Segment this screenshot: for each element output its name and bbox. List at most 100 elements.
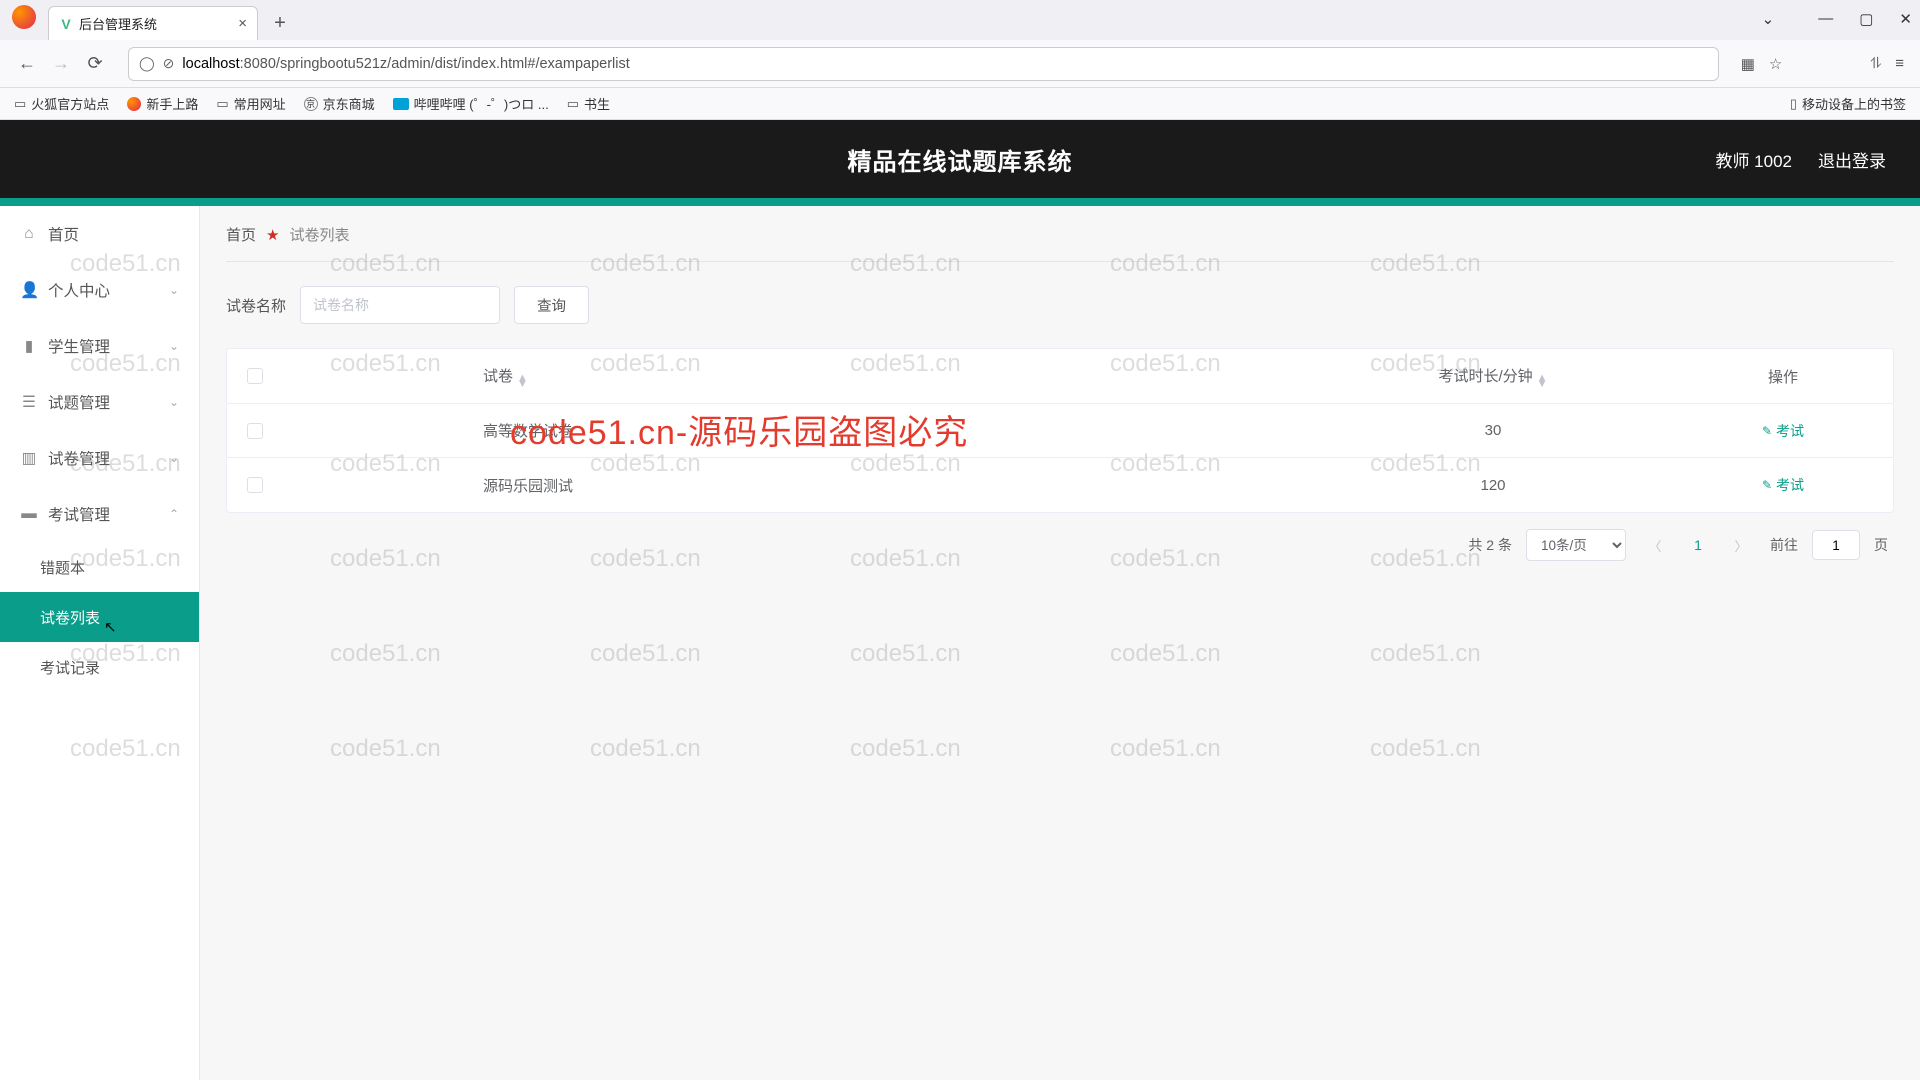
jd-icon: 京 <box>304 97 318 111</box>
chevron-down-icon: ⌄ <box>169 451 179 465</box>
file-icon: ▥ <box>20 449 38 468</box>
chevron-down-icon: ⌄ <box>169 339 179 353</box>
sort-icon: ▲▼ <box>517 375 528 387</box>
search-input[interactable] <box>300 286 500 324</box>
app-header: 精品在线试题库系统 教师 1002 退出登录 <box>0 120 1920 206</box>
table-header: 试卷▲▼ 考试时长/分钟▲▼ 操作 <box>227 349 1893 404</box>
cell-duration: 30 <box>1313 422 1673 439</box>
sidebar-item-student[interactable]: ▮学生管理⌄ <box>0 318 199 374</box>
total-count: 共 2 条 <box>1468 535 1512 555</box>
table-row: 高等数学试卷 30 ✎考试 <box>227 404 1893 458</box>
sub-item-wrongbook[interactable]: 错题本 <box>0 542 199 592</box>
page-number[interactable]: 1 <box>1684 537 1712 553</box>
search-button[interactable]: 查询 <box>514 286 589 324</box>
main-content: 首页 ★ 试卷列表 试卷名称 查询 试卷▲▼ 考试时长/分钟▲▼ 操作 高等数学… <box>200 206 1920 1080</box>
cell-name: 源码乐园测试 <box>283 475 1313 496</box>
folder-icon: ▭ <box>14 96 26 112</box>
extension-icon[interactable]: ⥮ <box>1870 55 1881 72</box>
bookmark-item[interactable]: 新手上路 <box>127 94 198 113</box>
qr-icon[interactable]: ▦ <box>1741 55 1755 73</box>
student-icon: ▮ <box>20 337 38 356</box>
edit-icon: ✎ <box>1762 478 1772 492</box>
sidebar: ⌂首页 👤个人中心⌄ ▮学生管理⌄ ☰试题管理⌄ ▥试卷管理⌄ ▬考试管理⌃ 错… <box>0 206 200 1080</box>
firefox-logo-icon <box>12 5 36 29</box>
crumb-home[interactable]: 首页 <box>226 224 256 245</box>
folder-icon: ▭ <box>216 96 228 112</box>
mobile-icon: ▯ <box>1790 96 1797 112</box>
cell-duration: 120 <box>1313 477 1673 494</box>
pagination: 共 2 条 10条/页 〈 1 〉 前往 页 <box>226 513 1894 561</box>
exam-button[interactable]: ✎考试 <box>1762 421 1804 441</box>
mobile-bookmarks[interactable]: ▯移动设备上的书签 <box>1790 94 1906 113</box>
lock-icon: ⊘ <box>163 55 175 72</box>
bookmark-item[interactable]: ▭书生 <box>567 94 610 113</box>
browser-toolbar: ← → ⟳ ◯ ⊘ localhost:8080/springbootu521z… <box>0 40 1920 88</box>
col-name[interactable]: 试卷▲▼ <box>283 365 1313 387</box>
chevron-up-icon: ⌃ <box>169 507 179 521</box>
col-op: 操作 <box>1673 366 1893 387</box>
search-bar: 试卷名称 查询 <box>226 262 1894 348</box>
sidebar-item-home[interactable]: ⌂首页 <box>0 206 199 262</box>
data-table: 试卷▲▼ 考试时长/分钟▲▼ 操作 高等数学试卷 30 ✎考试 源码乐园测试 1… <box>226 348 1894 513</box>
firefox-icon <box>127 97 141 111</box>
row-checkbox[interactable] <box>247 423 263 439</box>
chevron-down-icon: ⌄ <box>169 395 179 409</box>
new-tab-button[interactable]: + <box>266 9 294 37</box>
sort-icon: ▲▼ <box>1537 375 1548 387</box>
forward-button: → <box>50 53 72 74</box>
bookmark-item[interactable]: 京京东商城 <box>304 94 375 113</box>
user-label[interactable]: 教师 1002 <box>1715 147 1792 172</box>
shield-icon: ◯ <box>139 55 155 72</box>
search-label: 试卷名称 <box>226 295 286 316</box>
next-page-button[interactable]: 〉 <box>1726 530 1756 560</box>
window-controls: ⌄ — ▢ ✕ <box>1762 10 1912 28</box>
select-all-checkbox[interactable] <box>247 368 263 384</box>
bookmark-item[interactable]: ▭常用网址 <box>216 94 285 113</box>
reload-button[interactable]: ⟳ <box>84 53 106 74</box>
user-icon: 👤 <box>20 281 38 300</box>
sub-item-paperlist[interactable]: 试卷列表 <box>0 592 199 642</box>
goto-suffix: 页 <box>1874 535 1888 555</box>
folder-icon: ▭ <box>567 96 579 112</box>
table-row: 源码乐园测试 120 ✎考试 <box>227 458 1893 512</box>
col-duration[interactable]: 考试时长/分钟▲▼ <box>1313 365 1673 387</box>
bookmark-item[interactable]: 哔哩哔哩 (゜-゜)つロ ... <box>393 94 549 113</box>
bookmark-item[interactable]: ▭火狐官方站点 <box>14 94 109 113</box>
monitor-icon: ▬ <box>20 505 38 523</box>
tabs-dropdown-icon[interactable]: ⌄ <box>1762 10 1775 28</box>
app-title: 精品在线试题库系统 <box>848 142 1073 177</box>
goto-label: 前往 <box>1770 535 1798 555</box>
tab-title: 后台管理系统 <box>79 14 157 33</box>
row-checkbox[interactable] <box>247 477 263 493</box>
pagesize-select[interactable]: 10条/页 <box>1526 529 1626 561</box>
bookmark-star-icon[interactable]: ☆ <box>1769 55 1782 73</box>
menu-icon[interactable]: ≡ <box>1895 55 1904 72</box>
url-bar[interactable]: ◯ ⊘ localhost:8080/springbootu521z/admin… <box>128 47 1719 81</box>
home-icon: ⌂ <box>20 225 38 243</box>
edit-icon: ✎ <box>1762 424 1772 438</box>
breadcrumb: 首页 ★ 试卷列表 <box>226 224 1894 262</box>
vue-favicon-icon: V <box>59 17 73 31</box>
url-text: localhost:8080/springbootu521z/admin/dis… <box>182 56 629 72</box>
back-button[interactable]: ← <box>16 53 38 74</box>
bilibili-icon <box>393 98 409 110</box>
tab-close-icon[interactable]: × <box>238 15 247 32</box>
browser-tabbar: V 后台管理系统 × + ⌄ — ▢ ✕ <box>0 0 1920 40</box>
crumb-current: 试卷列表 <box>289 224 349 245</box>
sidebar-item-question[interactable]: ☰试题管理⌄ <box>0 374 199 430</box>
sliders-icon: ☰ <box>20 393 38 412</box>
prev-page-button[interactable]: 〈 <box>1640 530 1670 560</box>
goto-input[interactable] <box>1812 530 1860 560</box>
minimize-icon[interactable]: — <box>1818 10 1833 28</box>
sidebar-item-exam[interactable]: ▬考试管理⌃ <box>0 486 199 542</box>
chevron-down-icon: ⌄ <box>169 283 179 297</box>
sidebar-item-profile[interactable]: 👤个人中心⌄ <box>0 262 199 318</box>
logout-link[interactable]: 退出登录 <box>1818 147 1886 172</box>
maximize-icon[interactable]: ▢ <box>1859 10 1873 28</box>
sidebar-item-paper[interactable]: ▥试卷管理⌄ <box>0 430 199 486</box>
sub-item-examrecord[interactable]: 考试记录 <box>0 642 199 692</box>
exam-button[interactable]: ✎考试 <box>1762 475 1804 495</box>
star-icon: ★ <box>266 226 279 244</box>
close-window-icon[interactable]: ✕ <box>1899 10 1912 28</box>
browser-tab[interactable]: V 后台管理系统 × <box>48 6 258 40</box>
